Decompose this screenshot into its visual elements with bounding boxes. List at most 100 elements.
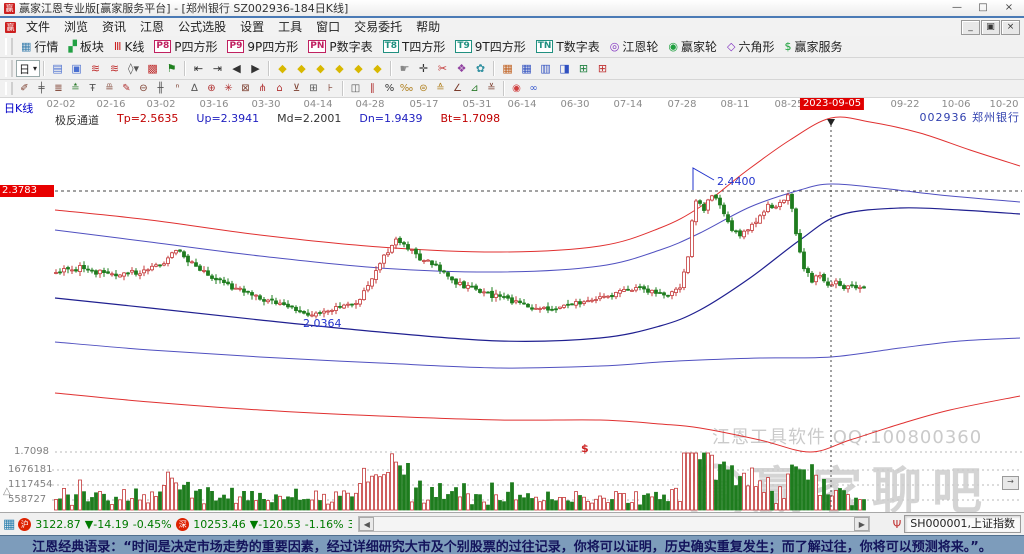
mdi-restore-button[interactable]: ▣ bbox=[981, 19, 1000, 35]
tool-button-4-2[interactable]: ▥ bbox=[536, 60, 555, 77]
draw-tool-1-8[interactable]: ≚ bbox=[483, 82, 500, 96]
draw-tool-0-5[interactable]: ≞ bbox=[101, 82, 118, 96]
menu-3[interactable]: 江恩 bbox=[133, 18, 171, 36]
tool-button-0-4[interactable]: ◊▾ bbox=[124, 60, 143, 77]
mdi-close-button[interactable]: × bbox=[1001, 19, 1020, 35]
draw-tool-0-11[interactable]: ⊕ bbox=[203, 82, 220, 96]
tool-button-2-1[interactable]: ◆ bbox=[292, 60, 311, 77]
tool-button-2-3[interactable]: ◆ bbox=[330, 60, 349, 77]
current-index-box[interactable]: SH000001,上证指数 bbox=[904, 515, 1021, 533]
menu-6[interactable]: 工具 bbox=[271, 18, 309, 36]
sh-index-quote[interactable]: 沪 3122.87 ▼-14.19 -0.45% 2637.85亿 bbox=[18, 516, 176, 532]
draw-tool-0-7[interactable]: ⊖ bbox=[135, 82, 152, 96]
volume-bars[interactable] bbox=[54, 452, 866, 511]
menu-7[interactable]: 窗口 bbox=[309, 18, 347, 36]
minimize-button[interactable]: — bbox=[946, 1, 968, 15]
toolbar-item-9P四方形[interactable]: P9 9P四方形 bbox=[222, 36, 303, 57]
tool-button-4-3[interactable]: ◨ bbox=[555, 60, 574, 77]
kline-chart[interactable]: 江恩工具软件 QQ:100800360赢赢家聊吧2.44002.0364$ bbox=[0, 98, 1024, 512]
draw-tool-1-1[interactable]: ∥ bbox=[364, 82, 381, 96]
menu-1[interactable]: 浏览 bbox=[57, 18, 95, 36]
draw-tool-0-16[interactable]: ⊻ bbox=[288, 82, 305, 96]
draw-tool-0-0[interactable]: ✐ bbox=[16, 82, 33, 96]
menu-2[interactable]: 资讯 bbox=[95, 18, 133, 36]
draw-tool-0-9[interactable]: ⁿ bbox=[169, 82, 186, 96]
menu-9[interactable]: 帮助 bbox=[409, 18, 447, 36]
toolbar-item-P数字表[interactable]: PN P数字表 bbox=[303, 36, 377, 57]
tool-button-0-5[interactable]: ▩ bbox=[143, 60, 162, 77]
toolbar-item-T四方形[interactable]: T8 T四方形 bbox=[378, 36, 451, 57]
draw-tool-1-2[interactable]: % bbox=[381, 82, 398, 96]
draw-tool-1-3[interactable]: ‰ bbox=[398, 82, 415, 96]
draw-tool-1-6[interactable]: ∠ bbox=[449, 82, 466, 96]
tool-button-0-1[interactable]: ▣ bbox=[67, 60, 86, 77]
toolbar-item-9T四方形[interactable]: T9 9T四方形 bbox=[450, 36, 530, 57]
draw-tool-0-2[interactable]: ≣ bbox=[50, 82, 67, 96]
menu-0[interactable]: 文件 bbox=[19, 18, 57, 36]
draw-tool-2-1[interactable]: ∞ bbox=[525, 82, 542, 96]
tool-button-3-0[interactable]: ☛ bbox=[395, 60, 414, 77]
toolbar-item-板块[interactable]: ▞ 板块 bbox=[63, 36, 108, 57]
draw-tool-0-8[interactable]: ╫ bbox=[152, 82, 169, 96]
tool-button-3-2[interactable]: ✂ bbox=[433, 60, 452, 77]
toolbar-item-行情[interactable]: ▦ 行情 bbox=[16, 36, 63, 57]
tool-button-4-1[interactable]: ▦ bbox=[517, 60, 536, 77]
draw-tool-0-14[interactable]: ⋔ bbox=[254, 82, 271, 96]
tool-button-1-1[interactable]: ⇥ bbox=[208, 60, 227, 77]
period-combo[interactable]: 日 ▾ bbox=[16, 60, 41, 77]
toolbar-item-K线[interactable]: Ⅲ K线 bbox=[109, 36, 149, 57]
toolbar-item-六角形[interactable]: ◇ 六角形 bbox=[722, 36, 779, 57]
draw-tool-1-5[interactable]: ≙ bbox=[432, 82, 449, 96]
tool-button-0-3[interactable]: ≋ bbox=[105, 60, 124, 77]
draw-tool-0-1[interactable]: ╪ bbox=[33, 82, 50, 96]
scroll-right-mini-button[interactable]: → bbox=[1002, 476, 1019, 490]
draw-tool-1-4[interactable]: ⊜ bbox=[415, 82, 432, 96]
tool-button-0-2[interactable]: ≋ bbox=[86, 60, 105, 77]
toolbar-item-江恩轮[interactable]: ◎ 江恩轮 bbox=[605, 36, 664, 57]
tool-button-4-0[interactable]: ▦ bbox=[498, 60, 517, 77]
tool-button-0-6[interactable]: ⚑ bbox=[162, 60, 181, 77]
scroll-left-button[interactable]: ◀ bbox=[359, 517, 375, 531]
candlesticks[interactable] bbox=[54, 192, 866, 319]
tool-button-2-5[interactable]: ◆ bbox=[368, 60, 387, 77]
draw-tool-0-17[interactable]: ⊞ bbox=[305, 82, 322, 96]
draw-tool-0-4[interactable]: Ŧ bbox=[84, 82, 101, 96]
menu-5[interactable]: 设置 bbox=[233, 18, 271, 36]
draw-tool-0-15[interactable]: ⌂ bbox=[271, 82, 288, 96]
toolbar-item-T数字表[interactable]: TN T数字表 bbox=[531, 36, 605, 57]
tool-button-0-0[interactable]: ▤ bbox=[48, 60, 67, 77]
tool-button-3-3[interactable]: ❖ bbox=[452, 60, 471, 77]
menu-4[interactable]: 公式选股 bbox=[171, 18, 233, 36]
tool-button-2-2[interactable]: ◆ bbox=[311, 60, 330, 77]
chart-horizontal-scrollbar[interactable]: ◀ ▶ bbox=[358, 516, 871, 532]
menu-8[interactable]: 交易委托 bbox=[347, 18, 409, 36]
tool-button-2-0[interactable]: ◆ bbox=[273, 60, 292, 77]
draw-tool-0-3[interactable]: ≛ bbox=[67, 82, 84, 96]
draw-tool-0-10[interactable]: ∆ bbox=[186, 82, 203, 96]
tool-button-4-5[interactable]: ⊞ bbox=[593, 60, 612, 77]
toolbar-item-赢家轮[interactable]: ◉ 赢家轮 bbox=[663, 36, 722, 57]
scroll-right-button[interactable]: ▶ bbox=[854, 517, 870, 531]
tool-button-1-3[interactable]: ▶ bbox=[246, 60, 265, 77]
tool-button-1-0[interactable]: ⇤ bbox=[189, 60, 208, 77]
tool-button-1-2[interactable]: ◀ bbox=[227, 60, 246, 77]
tool-button-2-4[interactable]: ◆ bbox=[349, 60, 368, 77]
toolbar-item-赢家服务[interactable]: $ 赢家服务 bbox=[779, 36, 847, 57]
tool-button-3-4[interactable]: ✿ bbox=[471, 60, 490, 77]
mdi-minimize-button[interactable]: _ bbox=[961, 19, 980, 35]
draw-tool-0-18[interactable]: ⊦ bbox=[322, 82, 339, 96]
sz-index-quote[interactable]: 深 10253.46 ▼-120.53 -1.16% 3894.3亿 bbox=[176, 516, 352, 532]
draw-tool-0-6[interactable]: ✎ bbox=[118, 82, 135, 96]
tool-button-3-1[interactable]: ✛ bbox=[414, 60, 433, 77]
close-button[interactable]: × bbox=[998, 1, 1020, 15]
draw-tool-2-0[interactable]: ◉ bbox=[508, 82, 525, 96]
draw-tool-1-7[interactable]: ⊿ bbox=[466, 82, 483, 96]
pane-splitter-button[interactable]: △ bbox=[3, 486, 11, 497]
draw-tool-1-0[interactable]: ◫ bbox=[347, 82, 364, 96]
maximize-button[interactable]: □ bbox=[972, 1, 994, 15]
tool-button-4-4[interactable]: ⊞ bbox=[574, 60, 593, 77]
quote-grid-icon[interactable]: ▦ bbox=[3, 517, 15, 532]
toolbar-item-P四方形[interactable]: P8 P四方形 bbox=[149, 36, 222, 57]
draw-tool-0-13[interactable]: ⊠ bbox=[237, 82, 254, 96]
draw-tool-0-12[interactable]: ✳ bbox=[220, 82, 237, 96]
